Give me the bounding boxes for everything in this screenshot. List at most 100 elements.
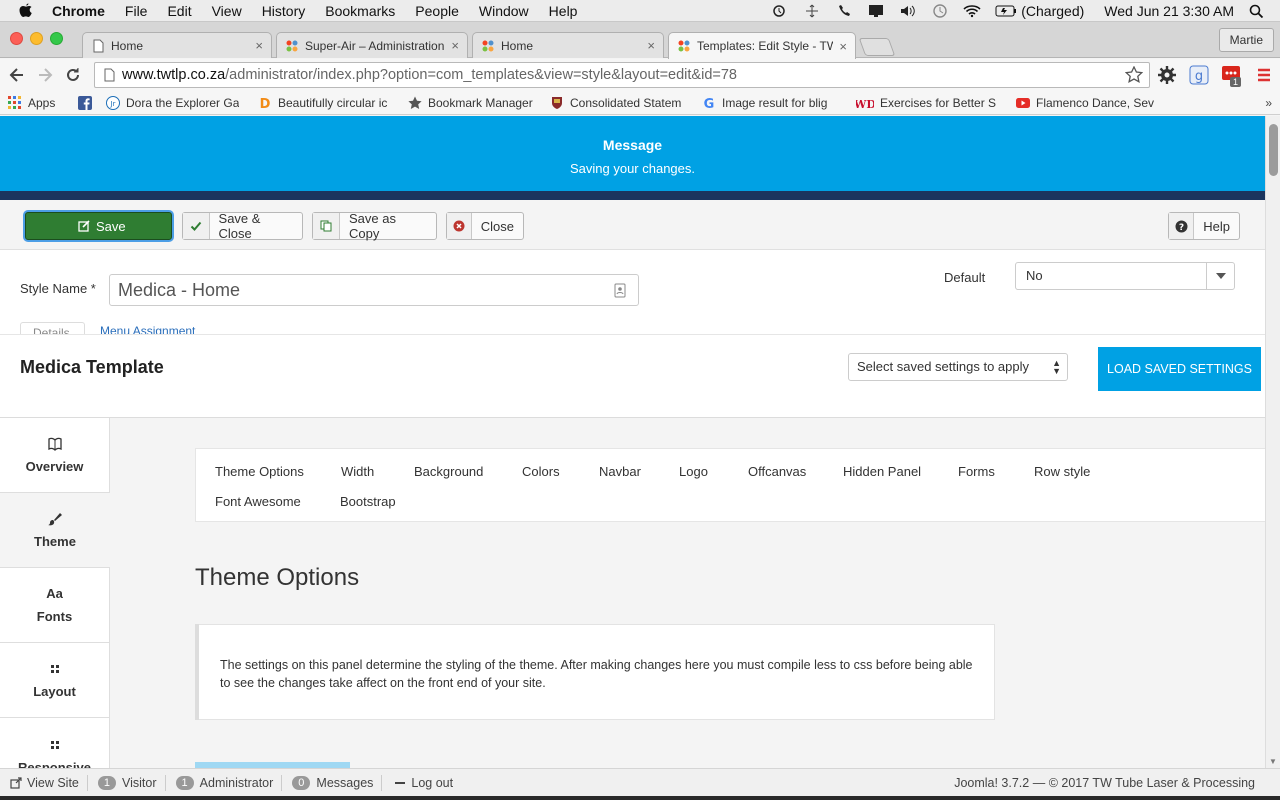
bookmark-facebook[interactable] — [78, 95, 94, 110]
menu-help[interactable]: Help — [549, 3, 578, 19]
bookmark-star-icon[interactable] — [1125, 66, 1143, 84]
address-bar[interactable]: www.twtlp.co.za/administrator/index.php?… — [94, 62, 1150, 88]
view-site-link[interactable]: View Site — [0, 774, 88, 791]
close-tab-icon[interactable]: × — [647, 38, 655, 53]
menu-app-chrome[interactable]: Chrome — [52, 3, 105, 19]
save-close-button[interactable]: Save & Close — [182, 211, 303, 241]
menu-bookmarks[interactable]: Bookmarks — [325, 3, 395, 19]
subtab-offcanvas[interactable]: Offcanvas — [748, 464, 806, 479]
browser-tab[interactable]: Home × — [82, 32, 272, 58]
bookmark-dora[interactable]: Jr Dora the Explorer Ga — [106, 95, 246, 110]
logout-link[interactable]: Log out — [382, 775, 461, 791]
subtab-colors[interactable]: Colors — [522, 464, 560, 479]
new-tab-button[interactable] — [858, 38, 896, 56]
spotlight-search-icon[interactable] — [1248, 4, 1266, 18]
os-menubar: Chrome File Edit View History Bookmarks … — [0, 0, 1280, 22]
zoom-window-button[interactable] — [50, 32, 63, 45]
browser-tab-active[interactable]: Templates: Edit Style - TW × — [668, 32, 856, 59]
url-host: www.twtlp.co.za — [122, 67, 226, 83]
profile-button[interactable]: Martie — [1218, 28, 1274, 52]
reload-icon[interactable] — [64, 66, 82, 84]
apps-grid-icon — [8, 95, 21, 109]
subtab-bootstrap[interactable]: Bootstrap — [340, 494, 396, 509]
close-tab-icon[interactable]: × — [451, 38, 459, 53]
menu-file[interactable]: File — [125, 3, 148, 19]
bookmarks-overflow-icon[interactable]: » — [1265, 96, 1272, 110]
sidebar-item-overview[interactable]: Overview — [0, 418, 110, 493]
volume-icon[interactable] — [899, 4, 917, 18]
help-button[interactable]: ? Help — [1168, 212, 1240, 240]
style-name-input[interactable]: Medica - Home — [109, 274, 639, 306]
saved-settings-select[interactable]: Select saved settings to apply ▲ ▼ — [848, 353, 1068, 381]
sidebar-item-responsive[interactable]: Responsive — [0, 718, 110, 768]
time-machine-icon[interactable] — [771, 4, 789, 18]
extension-with-badge[interactable]: 1 — [1221, 65, 1243, 87]
bookmark-manager[interactable]: Bookmark Manager — [408, 96, 538, 110]
close-window-button[interactable] — [10, 32, 23, 45]
subtab-navbar[interactable]: Navbar — [599, 464, 641, 479]
back-arrow-icon[interactable] — [8, 66, 26, 84]
edit-icon — [78, 220, 90, 232]
subtab-width[interactable]: Width — [341, 464, 374, 479]
subtab-background[interactable]: Background — [414, 464, 483, 479]
footer-info: Joomla! 3.7.2 — © 2017 TW Tube Laser & P… — [954, 776, 1280, 790]
subtab-hidden-panel[interactable]: Hidden Panel — [843, 464, 921, 479]
menu-history[interactable]: History — [262, 3, 306, 19]
subtab-logo[interactable]: Logo — [679, 464, 708, 479]
display-icon[interactable] — [867, 4, 885, 18]
save-button[interactable]: Save — [25, 212, 172, 240]
bookmark-image-result[interactable]: G Image result for blig — [702, 96, 844, 110]
close-tab-icon[interactable]: × — [255, 38, 263, 53]
close-tab-icon[interactable]: × — [839, 39, 847, 54]
apple-icon[interactable] — [18, 3, 34, 19]
minimize-window-button[interactable] — [30, 32, 43, 45]
subtab-theme-options[interactable]: Theme Options — [215, 464, 304, 479]
page-info-icon[interactable] — [102, 68, 116, 82]
bookmark-exercises[interactable]: WD Exercises for Better S — [856, 96, 1004, 110]
bookmark-apps[interactable]: Apps — [8, 95, 66, 110]
sidebar-item-theme[interactable]: Theme — [0, 493, 110, 568]
load-saved-settings-button[interactable]: LOAD SAVED SETTINGS — [1098, 347, 1261, 391]
font-icon: Aa — [46, 586, 63, 601]
close-button[interactable]: Close — [446, 212, 524, 240]
browser-tab[interactable]: Super-Air – Administration × — [276, 32, 468, 58]
scrollbar-thumb[interactable] — [1269, 124, 1278, 176]
tab-title: Super-Air – Administration — [305, 38, 445, 53]
save-as-copy-button[interactable]: Save as Copy — [312, 211, 437, 241]
subtab-row-style[interactable]: Row style — [1034, 464, 1090, 479]
browser-tab[interactable]: Home × — [472, 32, 664, 58]
bookmark-flamenco[interactable]: Flamenco Dance, Sev — [1016, 96, 1154, 110]
clock-history-icon[interactable] — [931, 3, 949, 18]
menu-people[interactable]: People — [415, 3, 459, 19]
wifi-icon[interactable] — [963, 4, 981, 18]
bookmark-circular[interactable]: D Beautifully circular ic — [258, 96, 396, 110]
logout-label: Log out — [411, 775, 454, 790]
bluetooth-move-icon[interactable] — [803, 4, 821, 18]
menu-edit[interactable]: Edit — [167, 3, 191, 19]
google-extension-icon[interactable]: g — [1189, 65, 1209, 85]
wd-icon: WD — [856, 98, 874, 110]
star-icon — [408, 96, 422, 109]
visitors-status[interactable]: 1 Visitor — [88, 774, 166, 791]
chrome-menu-icon[interactable] — [1254, 65, 1274, 85]
close-label: Close — [480, 218, 514, 234]
phone-icon[interactable] — [835, 4, 853, 18]
subtab-font-awesome[interactable]: Font Awesome — [215, 494, 301, 509]
page-scrollbar[interactable]: ▼ — [1265, 116, 1280, 768]
svg-text:?: ? — [1179, 223, 1184, 233]
messages-status[interactable]: 0 Messages — [282, 774, 383, 791]
bookmark-consolidated[interactable]: Consolidated Statem — [550, 96, 690, 110]
subtab-forms[interactable]: Forms — [958, 464, 995, 479]
battery-status[interactable]: (Charged) — [995, 3, 1084, 19]
admins-status[interactable]: 1 Administrator — [166, 774, 283, 791]
menubar-clock[interactable]: Wed Jun 21 3:30 AM — [1104, 3, 1234, 19]
scroll-down-arrow-icon[interactable]: ▼ — [1269, 757, 1277, 766]
sidebar-item-fonts[interactable]: Aa Fonts — [0, 568, 110, 643]
settings-gear-icon[interactable] — [1157, 65, 1177, 85]
menu-window[interactable]: Window — [479, 3, 529, 19]
forward-arrow-icon[interactable] — [36, 66, 54, 84]
menu-view[interactable]: View — [212, 3, 242, 19]
sidebar-item-layout[interactable]: Layout — [0, 643, 110, 718]
default-select[interactable]: No — [1015, 262, 1235, 290]
tab-menu-assignment[interactable]: Menu Assignment — [100, 326, 210, 334]
